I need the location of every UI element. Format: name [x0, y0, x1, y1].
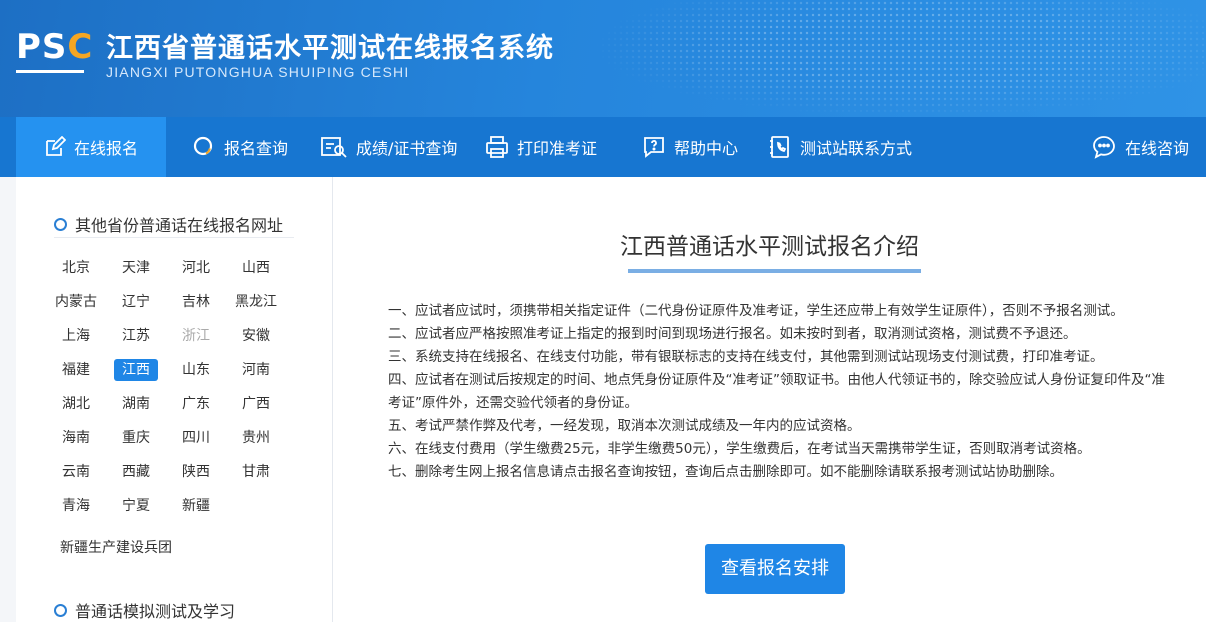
psc-logo[interactable]: PSC — [16, 27, 92, 77]
nav-help-center[interactable]: 帮助中心 — [642, 117, 738, 177]
edit-icon — [46, 136, 66, 156]
province-link[interactable]: 山西 — [234, 257, 278, 279]
printer-icon — [486, 136, 508, 158]
circle-bullet-icon — [54, 217, 67, 231]
province-link[interactable]: 云南 — [54, 461, 98, 483]
province-link[interactable]: 江苏 — [114, 325, 158, 347]
province-link[interactable]: 安徽 — [234, 325, 278, 347]
province-link[interactable]: 辽宁 — [114, 291, 158, 313]
phone-book-icon — [770, 136, 789, 158]
site-title: 江西省普通话水平测试在线报名系统 — [106, 33, 554, 64]
section-title-other-provinces: 其他省份普通话在线报名网址 — [54, 212, 283, 236]
nav-label: 打印准考证 — [517, 139, 598, 158]
main-nav: 在线报名 报名查询 成绩/证书查询 打印准考证 帮助中心 测试站联系方式 在线咨… — [0, 117, 1206, 177]
rule-item: 六、在线支付费用（学生缴费25元，非学生缴费50元），学生缴费后，在考试当天需携… — [388, 441, 1091, 457]
province-link[interactable]: 河北 — [174, 257, 218, 279]
province-link[interactable]: 黑龙江 — [234, 291, 278, 313]
nav-label: 成绩/证书查询 — [356, 139, 458, 158]
search-icon — [193, 136, 213, 156]
sidebar: 其他省份普通话在线报名网址 北京 天津 河北 山西内蒙古 辽宁 吉林 黑龙江上海 江苏 浙江 安徽… — [16, 177, 333, 622]
province-link[interactable]: 重庆 — [114, 427, 158, 449]
nav-station-contact[interactable]: 测试站联系方式 — [768, 117, 912, 177]
rule-item: 五、考试严禁作弊及代考，一经发现，取消本次测试成绩及一年内的应试资格。 — [388, 418, 861, 434]
main-content: 江西普通话水平测试报名介绍 一、应试者应试时，须携带相关指定证件（二代身份证原件… — [333, 177, 1206, 622]
province-link[interactable]: 内蒙古 — [54, 291, 98, 313]
province-link-xinjiang-corps[interactable]: 新疆生产建设兵团 — [60, 537, 172, 557]
province-link[interactable]: 山东 — [174, 359, 218, 381]
header: PSC 江西省普通话水平测试在线报名系统 JIANGXI PUTONGHUA S… — [0, 0, 1206, 117]
nav-label: 在线咨询 — [1125, 139, 1190, 158]
section-divider — [54, 237, 294, 238]
nav-online-consult[interactable]: 在线咨询 — [1091, 117, 1189, 177]
nav-score-query[interactable]: 成绩/证书查询 — [320, 117, 457, 177]
circle-bullet-icon — [54, 603, 67, 617]
province-link[interactable]: 四川 — [174, 427, 218, 449]
province-link[interactable]: 河南 — [234, 359, 278, 381]
province-link[interactable]: 天津 — [114, 257, 158, 279]
province-link[interactable]: 江西 — [114, 359, 158, 381]
nav-register-query[interactable]: 报名查询 — [192, 117, 288, 177]
view-schedule-button[interactable]: 查看报名安排 — [705, 544, 845, 594]
rules-list: 一、应试者应试时，须携带相关指定证件（二代身份证原件及准考证，学生还应带上有效学… — [388, 300, 1178, 484]
province-link[interactable]: 上海 — [54, 325, 98, 347]
province-link[interactable]: 新疆 — [174, 495, 218, 517]
province-link[interactable]: 甘肃 — [234, 461, 278, 483]
rule-item: 七、删除考生网上报名信息请点击报名查询按钮，查询后点击删除即可。如不能删除请联系… — [388, 464, 1063, 480]
rule-item: 二、应试者应严格按照准考证上指定的报到时间到现场进行报名。如未按时到者，取消测试… — [388, 326, 1077, 342]
province-link[interactable]: 吉林 — [174, 291, 218, 313]
chat-bubble-icon — [1093, 136, 1115, 159]
intro-title: 江西普通话水平测试报名介绍 — [620, 234, 919, 260]
help-icon — [644, 137, 664, 158]
world-map-decoration — [486, 0, 1206, 117]
province-link[interactable]: 西藏 — [114, 461, 158, 483]
province-link[interactable]: 海南 — [54, 427, 98, 449]
site-subtitle: JIANGXI PUTONGHUA SHUIPING CESHI — [106, 64, 410, 80]
rule-item: 一、应试者应试时，须携带相关指定证件（二代身份证原件及准考证，学生还应带上有效学… — [388, 303, 1124, 319]
province-link[interactable]: 广西 — [234, 393, 278, 415]
section-title-mock-test: 普通话模拟测试及学习 — [54, 598, 235, 622]
province-link[interactable]: 陕西 — [174, 461, 218, 483]
nav-label: 测试站联系方式 — [800, 139, 913, 158]
province-link[interactable]: 湖南 — [114, 393, 158, 415]
rule-item: 四、应试者在测试后按规定的时间、地点凭身份证原件及“准考证”领取证书。由他人代领… — [388, 372, 1165, 411]
nav-print-ticket[interactable]: 打印准考证 — [485, 117, 597, 177]
title-underline — [628, 269, 921, 273]
nav-online-register[interactable]: 在线报名 — [16, 117, 166, 177]
nav-label: 帮助中心 — [674, 139, 739, 158]
province-link[interactable]: 广东 — [174, 393, 218, 415]
province-link[interactable]: 湖北 — [54, 393, 98, 415]
province-link[interactable]: 浙江 — [174, 325, 218, 347]
rule-item: 三、系统支持在线报名、在线支付功能，带有银联标志的支持在线支付，其他需到测试站现… — [388, 349, 1104, 365]
nav-label: 在线报名 — [73, 139, 138, 158]
province-link[interactable]: 北京 — [54, 257, 98, 279]
province-link[interactable]: 贵州 — [234, 427, 278, 449]
province-link[interactable]: 青海 — [54, 495, 98, 517]
certificate-search-icon — [321, 137, 347, 158]
province-link[interactable]: 宁夏 — [114, 495, 158, 517]
nav-label: 报名查询 — [224, 139, 289, 158]
province-link[interactable]: 福建 — [54, 359, 98, 381]
